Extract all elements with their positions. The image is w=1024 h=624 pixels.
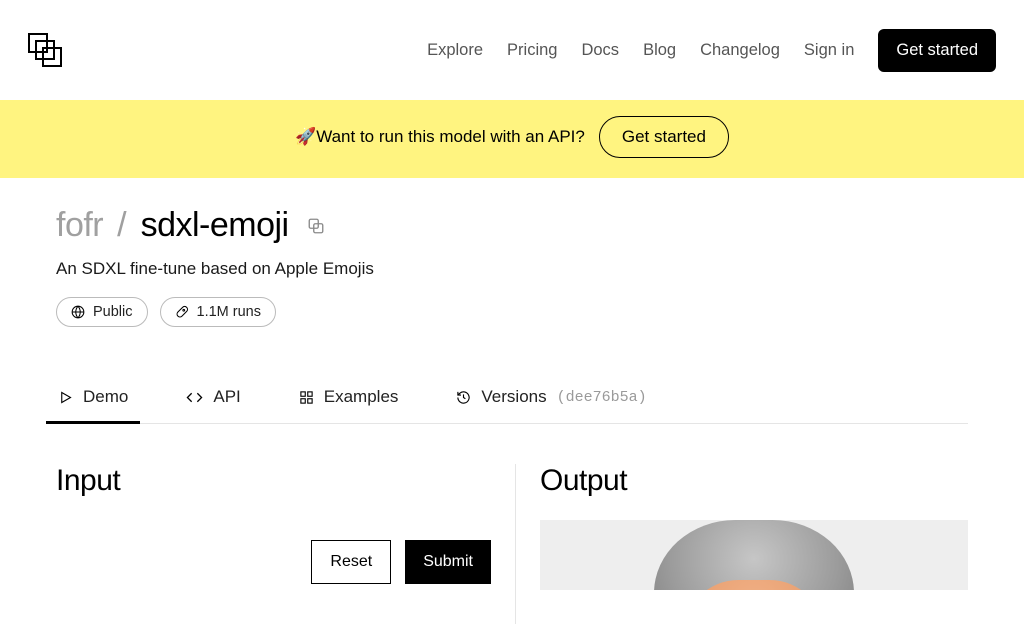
model-name-link[interactable]: sdxl-emoji	[141, 206, 289, 245]
grid-icon	[299, 390, 314, 405]
input-panel: Input Reset Submit	[56, 464, 516, 624]
tab-api-label: API	[213, 387, 240, 407]
public-pill[interactable]: Public	[56, 297, 148, 327]
code-icon	[186, 389, 203, 406]
globe-icon	[71, 305, 85, 319]
submit-button[interactable]: Submit	[405, 540, 491, 584]
tab-examples-label: Examples	[324, 387, 399, 407]
top-nav: Explore Pricing Docs Blog Changelog Sign…	[427, 29, 996, 72]
public-label: Public	[93, 304, 133, 320]
tab-versions[interactable]: Versions dee76b5a	[454, 387, 648, 423]
tab-demo-label: Demo	[83, 387, 128, 407]
nav-explore[interactable]: Explore	[427, 41, 483, 60]
header: Explore Pricing Docs Blog Changelog Sign…	[0, 0, 1024, 100]
output-image[interactable]	[540, 520, 968, 590]
nav-changelog[interactable]: Changelog	[700, 41, 780, 60]
rocket-icon: 🚀	[295, 127, 316, 147]
input-title: Input	[56, 464, 491, 498]
input-buttons: Reset Submit	[56, 540, 491, 584]
main: fofr / sdxl-emoji An SDXL fine-tune base…	[0, 178, 1024, 624]
nav-docs[interactable]: Docs	[581, 41, 619, 60]
tab-demo[interactable]: Demo	[56, 387, 130, 423]
tab-versions-label: Versions	[481, 387, 546, 407]
tabs: Demo API Examples Versions dee76b5a	[56, 387, 968, 424]
title-slash: /	[117, 206, 126, 245]
panels: Input Reset Submit Output	[56, 464, 968, 624]
copy-icon[interactable]	[307, 217, 325, 235]
tab-examples[interactable]: Examples	[297, 387, 401, 423]
api-banner: 🚀 Want to run this model with an API? Ge…	[0, 100, 1024, 178]
nav-blog[interactable]: Blog	[643, 41, 676, 60]
model-title-row: fofr / sdxl-emoji	[56, 206, 968, 245]
banner-text: 🚀 Want to run this model with an API?	[295, 127, 585, 147]
owner-link[interactable]: fofr	[56, 206, 103, 245]
play-icon	[58, 390, 73, 405]
rocket-outline-icon	[175, 305, 189, 319]
version-hash: dee76b5a	[557, 389, 647, 406]
nav-pricing[interactable]: Pricing	[507, 41, 557, 60]
banner-message: Want to run this model with an API?	[316, 127, 585, 147]
tab-api[interactable]: API	[184, 387, 242, 423]
runs-pill[interactable]: 1.1M runs	[160, 297, 276, 327]
output-title: Output	[540, 464, 968, 498]
nav-signin[interactable]: Sign in	[804, 41, 854, 60]
model-subtitle: An SDXL fine-tune based on Apple Emojis	[56, 259, 968, 279]
output-panel: Output	[516, 464, 968, 624]
emoji-head-illustration	[654, 520, 854, 590]
reset-button[interactable]: Reset	[311, 540, 391, 584]
get-started-button[interactable]: Get started	[878, 29, 996, 72]
meta-pills: Public 1.1M runs	[56, 297, 968, 327]
logo[interactable]	[28, 33, 62, 67]
banner-cta-button[interactable]: Get started	[599, 116, 729, 158]
runs-label: 1.1M runs	[197, 304, 261, 320]
history-icon	[456, 390, 471, 405]
